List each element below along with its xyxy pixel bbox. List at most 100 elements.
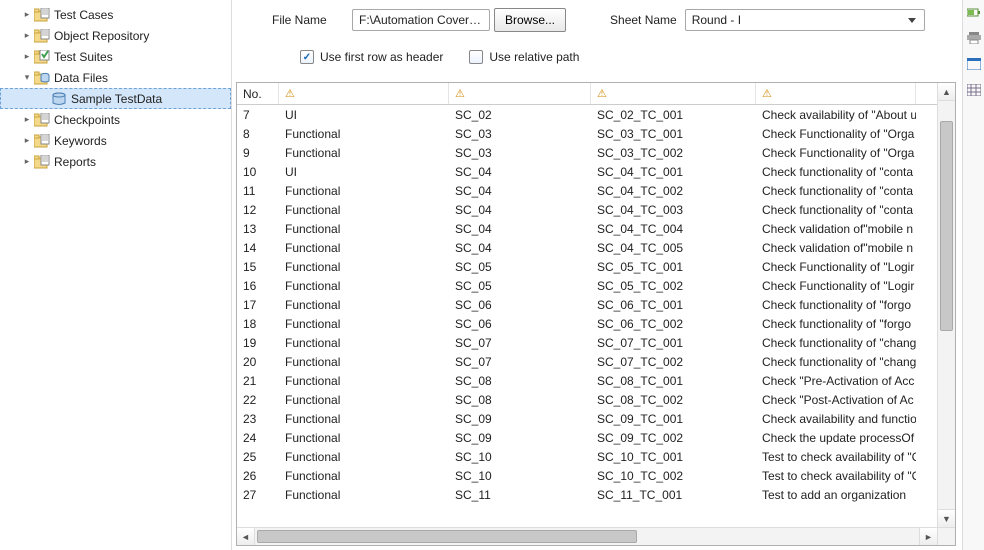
cell-testcase: SC_06_TC_002	[591, 317, 756, 331]
tree-item-checkpoints[interactable]: ▸Checkpoints	[0, 109, 231, 130]
tree-item-reports[interactable]: ▸Reports	[0, 151, 231, 172]
cell-no: 24	[237, 431, 279, 445]
use-relative-path-checkbox[interactable]: Use relative path	[469, 50, 579, 64]
table-row[interactable]: 27FunctionalSC_11SC_11_TC_001Test to add…	[237, 485, 937, 504]
expander-icon[interactable]: ▸	[20, 113, 34, 127]
cell-type: Functional	[279, 127, 449, 141]
cell-description: Test to add an organization	[756, 488, 916, 502]
table-row[interactable]: 18FunctionalSC_06SC_06_TC_002Check funct…	[237, 314, 937, 333]
table-row[interactable]: 22FunctionalSC_08SC_08_TC_002Check "Post…	[237, 390, 937, 409]
project-tree[interactable]: ▸ Test Cases ▸Object Repository▸Test Suite…	[0, 0, 232, 550]
cell-no: 7	[237, 108, 279, 122]
cell-no: 8	[237, 127, 279, 141]
horizontal-scroll-thumb[interactable]	[257, 530, 637, 543]
table-row[interactable]: 17FunctionalSC_06SC_06_TC_001Check funct…	[237, 295, 937, 314]
table-row[interactable]: 13FunctionalSC_04SC_04_TC_004Check valid…	[237, 219, 937, 238]
folder-icon	[34, 154, 50, 170]
cell-scenario: SC_03	[449, 127, 591, 141]
cell-testcase: SC_07_TC_001	[591, 336, 756, 350]
table-row[interactable]: 20FunctionalSC_07SC_07_TC_002Check funct…	[237, 352, 937, 371]
tree-item-test-suites[interactable]: ▸Test Suites	[0, 46, 231, 67]
cell-description: Check functionality of "chang	[756, 336, 916, 350]
tree-item-data-files[interactable]: ▾ Data Files	[0, 67, 231, 88]
cell-scenario: SC_11	[449, 488, 591, 502]
tree-item-keywords[interactable]: ▸Keywords	[0, 130, 231, 151]
cell-no: 27	[237, 488, 279, 502]
cell-no: 12	[237, 203, 279, 217]
checkbox-icon	[469, 50, 483, 64]
table-row[interactable]: 12FunctionalSC_04SC_04_TC_003Check funct…	[237, 200, 937, 219]
scroll-up-icon[interactable]: ▲	[938, 83, 955, 101]
table-icon[interactable]	[966, 82, 982, 98]
table-row[interactable]: 9FunctionalSC_03SC_03_TC_002Check Functi…	[237, 143, 937, 162]
cell-description: Check Functionality of "Orga	[756, 127, 916, 141]
tree-item-label: Sample TestData	[71, 92, 162, 106]
table-row[interactable]: 26FunctionalSC_10SC_10_TC_002Test to che…	[237, 466, 937, 485]
table-row[interactable]: 24FunctionalSC_09SC_09_TC_002Check the u…	[237, 428, 937, 447]
cell-scenario: SC_04	[449, 165, 591, 179]
folder-icon	[34, 7, 50, 23]
cell-scenario: SC_04	[449, 241, 591, 255]
scroll-right-icon[interactable]: ►	[919, 528, 937, 545]
col-header-2[interactable]: ⚠	[449, 83, 591, 104]
cell-description: Check functionality of "forgo	[756, 298, 916, 312]
cell-scenario: SC_08	[449, 393, 591, 407]
table-row[interactable]: 16FunctionalSC_05SC_05_TC_002Check Funct…	[237, 276, 937, 295]
cell-type: Functional	[279, 355, 449, 369]
tree-item-test-cases[interactable]: ▸ Test Cases	[0, 4, 231, 25]
expander-icon[interactable]: ▸	[20, 50, 34, 64]
battery-icon[interactable]	[966, 4, 982, 20]
cell-description: Test to check availability of "C	[756, 450, 916, 464]
table-row[interactable]: 21FunctionalSC_08SC_08_TC_001Check "Pre-…	[237, 371, 937, 390]
use-first-row-checkbox[interactable]: Use first row as header	[300, 50, 443, 64]
col-header-4[interactable]: ⚠	[756, 83, 916, 104]
tree-item-object-repository[interactable]: ▸Object Repository	[0, 25, 231, 46]
cell-testcase: SC_04_TC_002	[591, 184, 756, 198]
col-header-no[interactable]: No.	[237, 83, 279, 104]
right-toolbar	[962, 0, 984, 550]
cell-description: Check the update processOf	[756, 431, 916, 445]
vertical-scrollbar[interactable]: ▲ ▼	[937, 83, 955, 545]
expander-icon[interactable]	[37, 92, 51, 106]
cell-description: Check availability of "About u	[756, 108, 916, 122]
file-name-input[interactable]: F:\Automation Coverage.x	[352, 9, 490, 31]
table-row[interactable]: 19FunctionalSC_07SC_07_TC_001Check funct…	[237, 333, 937, 352]
tree-item-sample-testdata[interactable]: Sample TestData	[0, 88, 231, 109]
scroll-left-icon[interactable]: ◄	[237, 528, 255, 545]
cell-testcase: SC_10_TC_001	[591, 450, 756, 464]
vertical-scroll-thumb[interactable]	[940, 121, 953, 331]
cell-description: Check validation of"mobile n	[756, 241, 916, 255]
window-icon[interactable]	[966, 56, 982, 72]
sheet-name-value: Round - I	[692, 13, 741, 27]
expander-icon[interactable]: ▸	[20, 134, 34, 148]
expander-icon[interactable]: ▸	[20, 29, 34, 43]
table-row[interactable]: 10UISC_04SC_04_TC_001Check functionality…	[237, 162, 937, 181]
table-row[interactable]: 25FunctionalSC_10SC_10_TC_001Test to che…	[237, 447, 937, 466]
table-row[interactable]: 23FunctionalSC_09SC_09_TC_001Check avail…	[237, 409, 937, 428]
cell-testcase: SC_04_TC_005	[591, 241, 756, 255]
expander-icon[interactable]: ▸	[20, 155, 34, 169]
tree-item-label: Data Files	[54, 71, 108, 85]
grid-header: No. ⚠ ⚠ ⚠ ⚠	[237, 83, 937, 105]
horizontal-scrollbar[interactable]: ◄ ►	[237, 527, 937, 545]
cell-type: Functional	[279, 241, 449, 255]
table-row[interactable]: 11FunctionalSC_04SC_04_TC_002Check funct…	[237, 181, 937, 200]
col-header-1[interactable]: ⚠	[279, 83, 449, 104]
cell-description: Check Functionality of "Logir	[756, 279, 916, 293]
tree-item-label: Test Cases	[54, 8, 113, 22]
browse-button[interactable]: Browse...	[494, 8, 566, 32]
col-header-3[interactable]: ⚠	[591, 83, 756, 104]
table-row[interactable]: 15FunctionalSC_05SC_05_TC_001Check Funct…	[237, 257, 937, 276]
printer-icon[interactable]	[966, 30, 982, 46]
table-row[interactable]: 14FunctionalSC_04SC_04_TC_005Check valid…	[237, 238, 937, 257]
table-row[interactable]: 8FunctionalSC_03SC_03_TC_001Check Functi…	[237, 124, 937, 143]
expander-icon[interactable]: ▸	[20, 8, 34, 22]
sheet-name-select[interactable]: Round - I	[685, 9, 925, 31]
cell-no: 26	[237, 469, 279, 483]
cell-type: Functional	[279, 260, 449, 274]
data-file-toolbar: File Name F:\Automation Coverage.x Brows…	[232, 0, 960, 82]
cell-type: Functional	[279, 222, 449, 236]
table-row[interactable]: 7UISC_02SC_02_TC_001Check availability o…	[237, 105, 937, 124]
expander-icon[interactable]: ▾	[20, 71, 34, 85]
scroll-down-icon[interactable]: ▼	[938, 509, 955, 527]
